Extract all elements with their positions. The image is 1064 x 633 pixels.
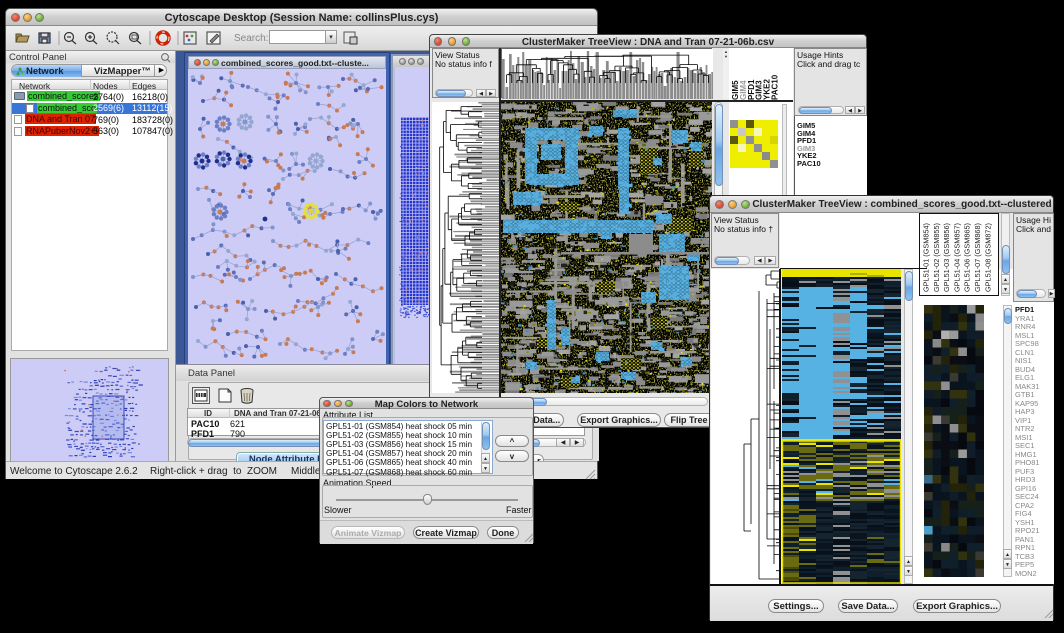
svg-text:GPL51-03 (GSM856): GPL51-03 (GSM856) [942, 223, 951, 292]
svg-text:GPL51-01 (GSM854): GPL51-01 (GSM854) [922, 223, 931, 292]
svg-text:GPL51-06 (GSM865): GPL51-06 (GSM865) [963, 223, 972, 292]
svg-text:PAC10: PAC10 [771, 74, 780, 100]
svg-text:GPL51-04 (GSM857): GPL51-04 (GSM857) [952, 223, 961, 292]
svg-text:GPL51-08 (GSM872): GPL51-08 (GSM872) [983, 223, 992, 292]
svg-text:GPL51-07 (GSM868): GPL51-07 (GSM868) [973, 223, 982, 292]
svg-text:GPL51-02 (GSM855): GPL51-02 (GSM855) [932, 223, 941, 292]
